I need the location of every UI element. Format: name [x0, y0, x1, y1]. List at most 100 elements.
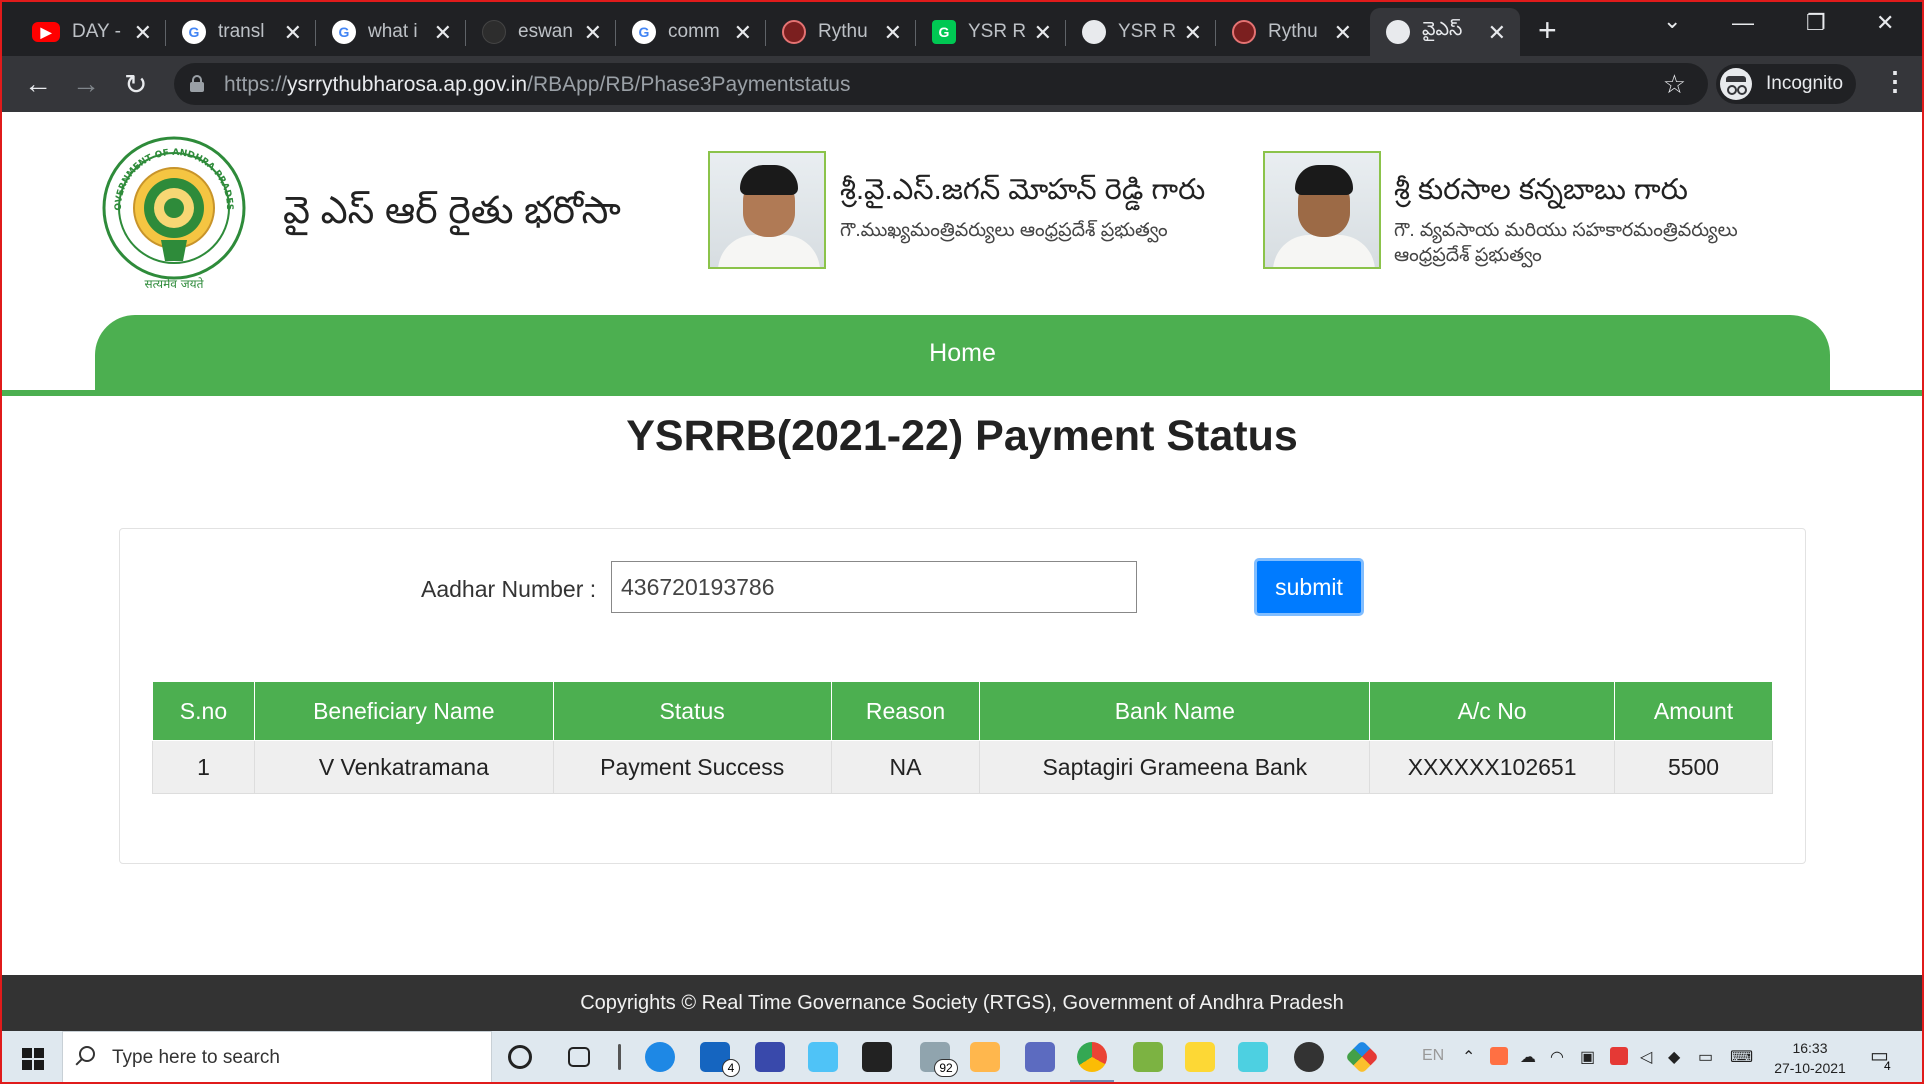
mail-badge: 4	[722, 1059, 740, 1077]
keyboard-icon[interactable]: ⌨	[1730, 1047, 1753, 1067]
taskbar-search-box[interactable]: Type here to search	[62, 1031, 492, 1084]
rythu-icon	[782, 20, 806, 44]
taskbar-clock[interactable]: 16:33 27-10-2021	[1770, 1038, 1850, 1078]
close-tab-icon[interactable]: ✕	[1184, 20, 1202, 46]
footer-copyright: Copyrights © Real Time Governance Societ…	[580, 991, 1344, 1014]
dropbox-icon[interactable]: ◆	[1668, 1047, 1680, 1067]
close-tab-icon[interactable]: ✕	[284, 20, 302, 46]
clock-time: 16:33	[1792, 1040, 1828, 1056]
cell-bank-name: Saptagiri Grameena Bank	[979, 740, 1371, 794]
cell-amount: 5500	[1614, 740, 1773, 794]
minister-designation: గౌ. వ్యవసాయ మరియు సహకారమంత్రివర్యులు ఆంధ…	[1394, 220, 1738, 266]
browser-tab[interactable]: G transl ✕	[166, 8, 316, 56]
svg-text:सत्यमेव जयते: सत्यमेव जयते	[145, 277, 205, 291]
task-view-icon[interactable]	[568, 1047, 590, 1067]
close-tab-icon[interactable]: ✕	[884, 20, 902, 46]
cm-designation: గౌ.ముఖ్యమంత్రివర్యులు ఆంధ్రప్రదేశ్ ప్రభు…	[840, 220, 1168, 241]
language-indicator[interactable]: EN	[1422, 1047, 1444, 1065]
close-tab-icon[interactable]: ✕	[1034, 20, 1052, 46]
cortana-icon[interactable]	[508, 1045, 532, 1069]
chrome-active-indicator	[1070, 1080, 1114, 1083]
close-tab-icon[interactable]: ✕	[1334, 20, 1352, 46]
wifi-icon[interactable]: ◠	[1550, 1047, 1564, 1067]
rythu-icon	[1232, 20, 1256, 44]
globe-icon	[1082, 20, 1106, 44]
media-icon[interactable]	[970, 1042, 1000, 1072]
browser-tab-active[interactable]: వైఎస్ ✕	[1370, 8, 1520, 56]
col-header-sno: S.no	[152, 681, 255, 741]
onedrive-icon[interactable]: ☁	[1520, 1047, 1536, 1067]
ap-government-emblem: GOVERNMENT OF ANDHRA PRADESH सत्यमेव जयत…	[99, 136, 246, 291]
tray-red-app-icon[interactable]	[1610, 1047, 1628, 1065]
browser-tab[interactable]: ▶ DAY - ✕	[16, 8, 166, 56]
windows-start-icon[interactable]	[22, 1048, 44, 1070]
close-window-icon[interactable]: ✕	[1876, 10, 1894, 36]
close-tab-icon[interactable]: ✕	[734, 20, 752, 46]
cell-sno: 1	[152, 740, 255, 794]
browser-tab[interactable]: G YSR R ✕	[916, 8, 1066, 56]
chrome-icon[interactable]	[1077, 1042, 1107, 1072]
url-text[interactable]: https://ysrrythubharosa.ap.gov.in/RBApp/…	[224, 73, 850, 97]
col-header-bank-name: Bank Name	[979, 681, 1371, 741]
files-badge: 92	[934, 1059, 958, 1077]
google-icon: G	[182, 20, 206, 44]
github-icon	[482, 20, 506, 44]
photos-icon[interactable]	[808, 1042, 838, 1072]
back-icon[interactable]: ←	[24, 68, 52, 100]
search-icon	[79, 1046, 95, 1062]
tab-search-icon[interactable]: ⌄	[1663, 8, 1681, 34]
browser-tab[interactable]: eswan ✕	[466, 8, 616, 56]
main-navbar: Home	[95, 315, 1830, 391]
tray-app-icon[interactable]	[1490, 1047, 1508, 1065]
restore-icon[interactable]: ❐	[1806, 10, 1826, 36]
media-player-icon[interactable]	[1294, 1042, 1324, 1072]
nav-home-link[interactable]: Home	[929, 339, 996, 368]
cell-status: Payment Success	[552, 740, 832, 794]
close-tab-icon[interactable]: ✕	[134, 20, 152, 46]
reload-icon[interactable]: ↻	[124, 68, 147, 101]
cm-name: శ్రీ.వై.ఎస్.జగన్ మోహన్ రెడ్డి గారు	[840, 174, 1206, 206]
close-tab-icon[interactable]: ✕	[434, 20, 452, 46]
minimize-icon[interactable]: —	[1732, 10, 1754, 36]
site-title: వై ఎస్ ఆర్ రైతు భరోసా	[283, 190, 621, 232]
globe-icon	[1386, 20, 1410, 44]
menu-kebab-icon[interactable]: ⋮	[1882, 66, 1908, 97]
new-tab-button[interactable]: +	[1538, 12, 1557, 49]
tab-strip: ▶ DAY - ✕ G transl ✕ G what i ✕ eswan ✕ …	[0, 0, 1924, 56]
col-header-reason: Reason	[830, 681, 981, 741]
google-icon: G	[332, 20, 356, 44]
network-app-icon[interactable]	[1025, 1042, 1055, 1072]
address-bar[interactable]: https://ysrrythubharosa.ap.gov.in/RBApp/…	[174, 63, 1708, 105]
app-icon-blue[interactable]	[755, 1042, 785, 1072]
forward-icon[interactable]: →	[72, 68, 100, 100]
browser-tab[interactable]: G what i ✕	[316, 8, 466, 56]
clock-date: 27-10-2021	[1774, 1060, 1846, 1076]
file-explorer-icon[interactable]	[1185, 1042, 1215, 1072]
table-row: 1 V Venkatramana Payment Success NA Sapt…	[152, 740, 1773, 794]
payment-status-table: S.no Beneficiary Name Status Reason Bank…	[152, 681, 1773, 794]
tray-overflow-icon[interactable]: ⌃	[1462, 1047, 1475, 1067]
device-icon[interactable]: ▣	[1580, 1047, 1595, 1067]
bookmark-star-icon[interactable]: ☆	[1663, 69, 1686, 100]
app-icon-green[interactable]	[1133, 1042, 1163, 1072]
browser-tab[interactable]: Rythu ✕	[766, 8, 916, 56]
aadhar-number-input[interactable]	[611, 561, 1137, 613]
edge-icon[interactable]	[645, 1042, 675, 1072]
incognito-indicator[interactable]: Incognito	[1716, 64, 1856, 104]
app-icon-multicolor[interactable]	[1345, 1040, 1379, 1074]
close-tab-icon[interactable]: ✕	[1488, 20, 1506, 46]
windows-taskbar: Type here to search 4 92 EN ⌃ ☁ ◠ ▣ ◁ ◆ …	[0, 1031, 1924, 1084]
browser-tab[interactable]: G comm ✕	[616, 8, 766, 56]
store-icon[interactable]	[862, 1042, 892, 1072]
col-header-beneficiary-name: Beneficiary Name	[253, 681, 554, 741]
browser-tab[interactable]: YSR R ✕	[1066, 8, 1216, 56]
close-tab-icon[interactable]: ✕	[584, 20, 602, 46]
volume-icon[interactable]: ◁	[1640, 1047, 1652, 1067]
browser-tab[interactable]: Rythu ✕	[1216, 8, 1366, 56]
taskbar-divider	[618, 1044, 621, 1070]
app-icon-cyan[interactable]	[1238, 1042, 1268, 1072]
green-g-icon: G	[932, 20, 956, 44]
battery-icon[interactable]: ▭	[1698, 1047, 1713, 1067]
submit-button[interactable]: submit	[1254, 558, 1364, 616]
page-title: YSRRB(2021-22) Payment Status	[626, 412, 1298, 460]
